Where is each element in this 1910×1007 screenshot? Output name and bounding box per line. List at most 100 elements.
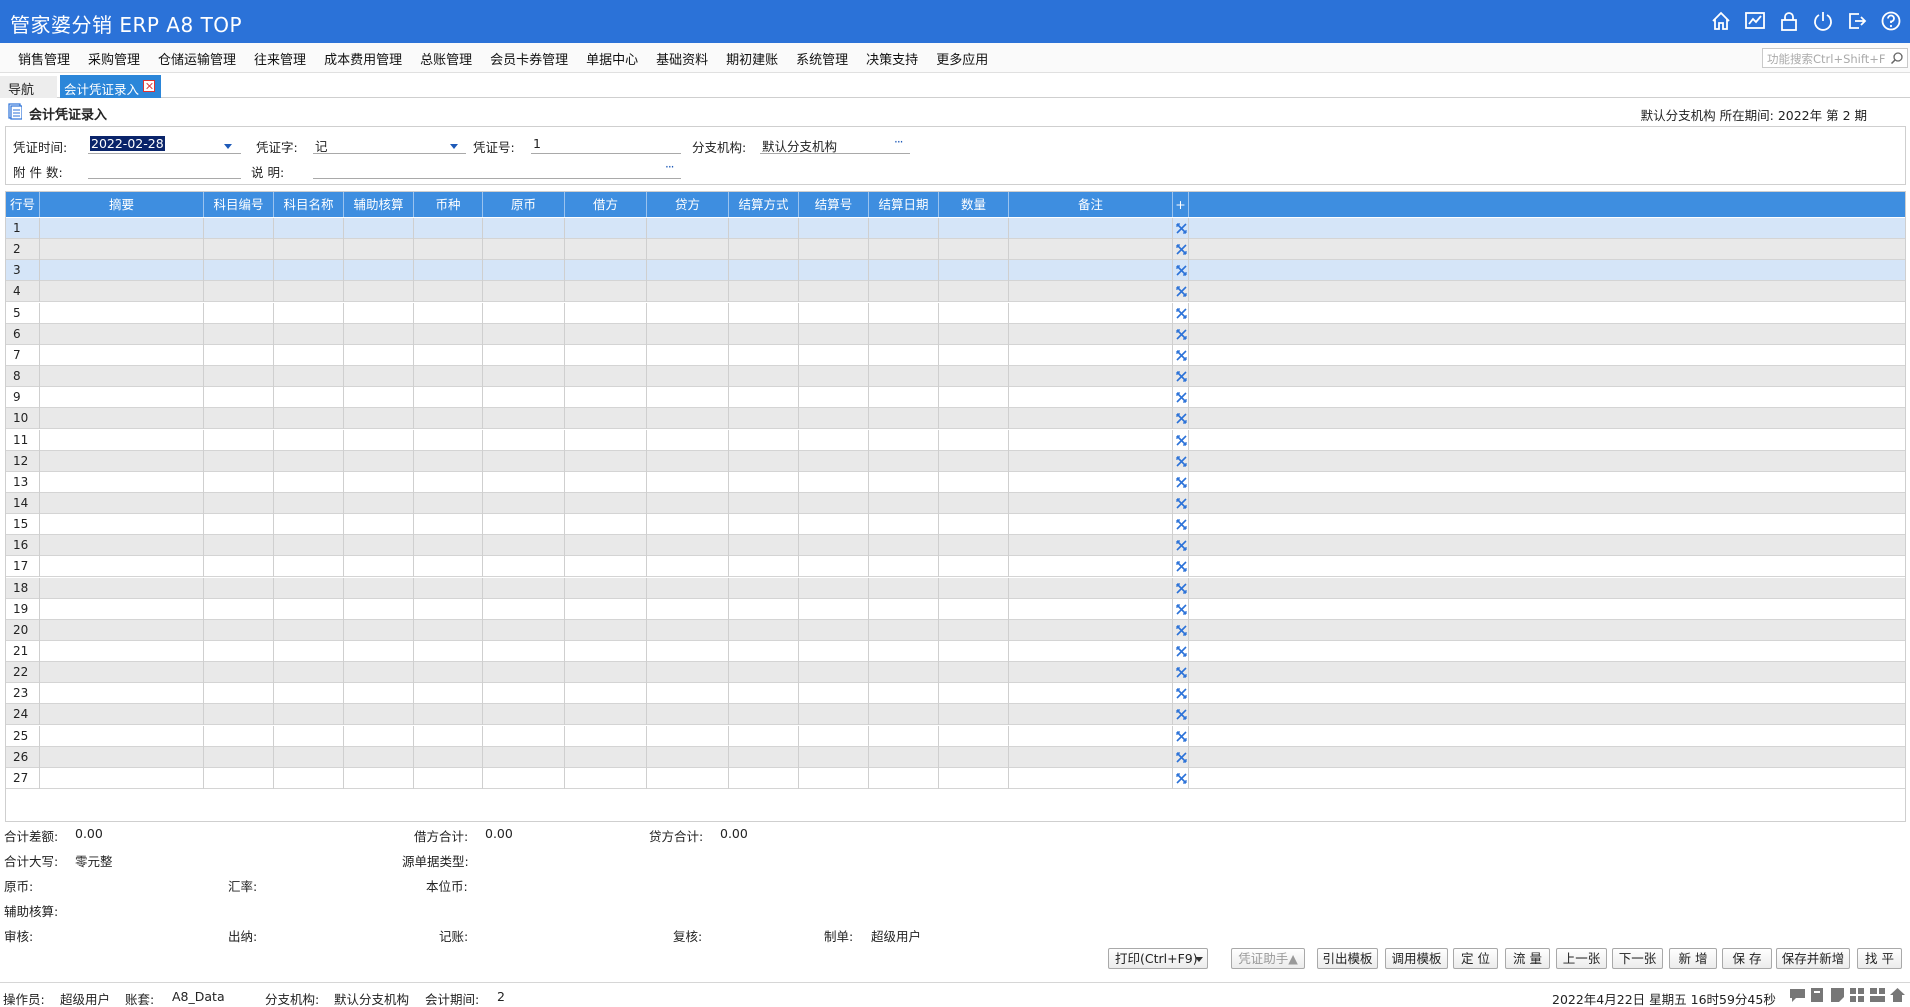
table-cell[interactable] (939, 641, 1009, 662)
next-button[interactable]: 下一张 (1612, 948, 1663, 969)
table-cell[interactable] (869, 514, 939, 535)
notebook-icon[interactable] (1809, 987, 1826, 1003)
table-cell[interactable] (483, 430, 565, 451)
tab-navigation[interactable]: 导航 (0, 76, 57, 98)
delete-row-icon[interactable] (1176, 498, 1187, 509)
table-cell[interactable] (939, 662, 1009, 683)
table-cell[interactable] (414, 726, 483, 747)
table-cell[interactable] (414, 387, 483, 408)
table-cell[interactable] (1009, 472, 1173, 493)
delete-row-icon[interactable] (1176, 244, 1187, 255)
table-cell[interactable] (939, 408, 1009, 429)
menu-item[interactable]: 销售管理 (9, 49, 79, 68)
table-row[interactable]: 2 (6, 239, 1905, 260)
note-icon[interactable] (1829, 987, 1846, 1003)
table-cell[interactable] (483, 535, 565, 556)
table-cell[interactable] (729, 578, 799, 599)
table-cell[interactable] (647, 239, 729, 260)
table-cell[interactable] (483, 387, 565, 408)
table-cell[interactable] (414, 535, 483, 556)
table-cell[interactable] (647, 704, 729, 725)
table-cell[interactable] (869, 303, 939, 324)
table-cell[interactable] (414, 303, 483, 324)
table-cell[interactable] (869, 683, 939, 704)
table-cell[interactable] (483, 408, 565, 429)
new-button[interactable]: 新 增 (1669, 948, 1717, 969)
table-cell[interactable] (40, 218, 204, 239)
table-cell[interactable] (799, 430, 869, 451)
table-cell[interactable] (799, 704, 869, 725)
table-cell[interactable] (729, 430, 799, 451)
menu-item[interactable]: 总账管理 (411, 49, 481, 68)
table-row[interactable]: 24 (6, 704, 1905, 725)
table-cell[interactable] (414, 683, 483, 704)
table-cell[interactable] (274, 366, 344, 387)
table-cell[interactable] (274, 641, 344, 662)
delete-row-icon[interactable] (1176, 223, 1187, 234)
table-cell[interactable] (483, 768, 565, 789)
table-cell[interactable] (40, 324, 204, 345)
table-cell[interactable] (204, 493, 274, 514)
table-cell[interactable] (274, 303, 344, 324)
table-cell[interactable] (729, 408, 799, 429)
table-cell[interactable] (729, 556, 799, 577)
table-cell[interactable] (869, 641, 939, 662)
number-field[interactable]: 1 (531, 136, 681, 154)
table-cell[interactable] (565, 303, 647, 324)
table-cell[interactable] (869, 726, 939, 747)
table-cell[interactable] (274, 726, 344, 747)
table-cell[interactable] (204, 768, 274, 789)
power-icon[interactable] (1812, 10, 1834, 32)
table-cell[interactable] (939, 726, 1009, 747)
table-cell[interactable] (729, 704, 799, 725)
table-cell[interactable] (799, 260, 869, 281)
table-cell[interactable] (1009, 662, 1173, 683)
table-cell[interactable] (40, 683, 204, 704)
table-cell[interactable] (729, 218, 799, 239)
table-cell[interactable] (647, 683, 729, 704)
table-row[interactable]: 16 (6, 535, 1905, 556)
table-cell[interactable] (869, 451, 939, 472)
balance-button[interactable]: 找 平 (1857, 948, 1902, 969)
table-cell[interactable] (344, 599, 414, 620)
table-cell[interactable] (1009, 556, 1173, 577)
delete-row-icon[interactable] (1176, 350, 1187, 361)
table-cell[interactable] (274, 387, 344, 408)
table-cell[interactable] (939, 704, 1009, 725)
table-cell[interactable] (799, 514, 869, 535)
table-cell[interactable] (414, 345, 483, 366)
table-cell[interactable] (40, 726, 204, 747)
table-cell[interactable] (799, 535, 869, 556)
table-cell[interactable] (565, 726, 647, 747)
table-cell[interactable] (799, 451, 869, 472)
table-cell[interactable] (414, 768, 483, 789)
delete-row-icon[interactable] (1176, 265, 1187, 276)
table-cell[interactable] (799, 218, 869, 239)
table-cell[interactable] (274, 535, 344, 556)
table-row[interactable]: 22 (6, 662, 1905, 683)
delete-row-icon[interactable] (1176, 731, 1187, 742)
table-cell[interactable] (483, 514, 565, 535)
table-cell[interactable] (40, 366, 204, 387)
menu-item[interactable]: 系统管理 (787, 49, 857, 68)
table-cell[interactable] (344, 218, 414, 239)
table-cell[interactable] (869, 599, 939, 620)
table-cell[interactable] (565, 556, 647, 577)
table-cell[interactable] (647, 641, 729, 662)
delete-row-icon[interactable] (1176, 646, 1187, 657)
table-row[interactable]: 27 (6, 768, 1905, 789)
table-cell[interactable] (1009, 281, 1173, 302)
table-cell[interactable] (40, 599, 204, 620)
table-cell[interactable] (799, 366, 869, 387)
table-cell[interactable] (1009, 641, 1173, 662)
table-cell[interactable] (647, 556, 729, 577)
table-cell[interactable] (729, 281, 799, 302)
table-cell[interactable] (729, 387, 799, 408)
table-cell[interactable] (565, 218, 647, 239)
table-cell[interactable] (799, 472, 869, 493)
table-cell[interactable] (483, 218, 565, 239)
table-row[interactable]: 8 (6, 366, 1905, 387)
table-cell[interactable] (939, 324, 1009, 345)
table-cell[interactable] (204, 472, 274, 493)
table-cell[interactable] (483, 620, 565, 641)
